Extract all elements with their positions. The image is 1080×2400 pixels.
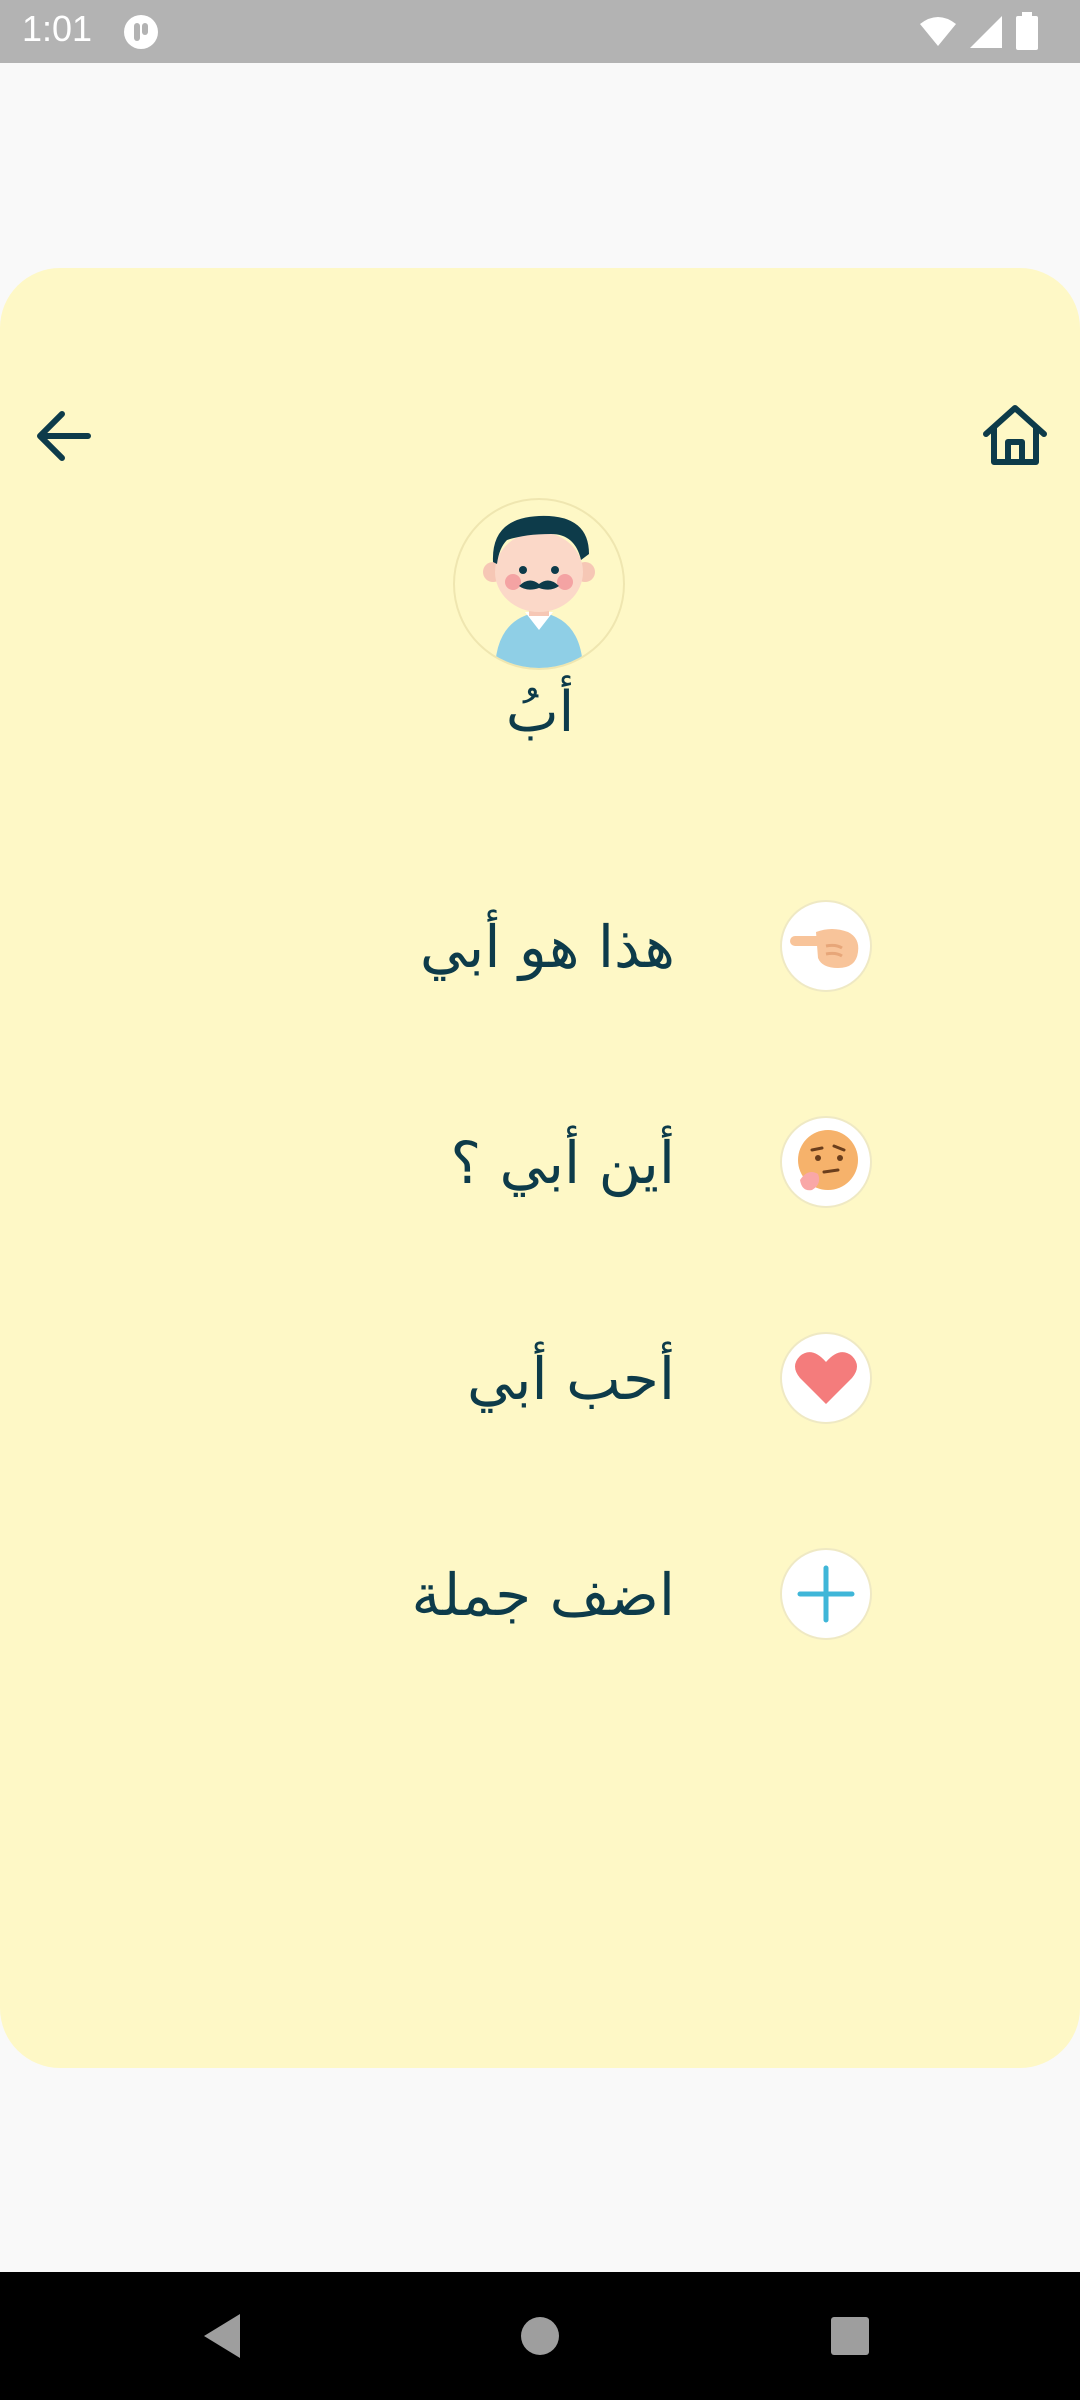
status-icons [918, 12, 1058, 52]
nav-recents-icon[interactable] [786, 2272, 914, 2400]
avatar-label: أبُ [505, 680, 575, 745]
nav-back-icon[interactable] [162, 2272, 290, 2400]
phrase-text: أحب أبي [467, 1345, 675, 1413]
nav-home-icon[interactable] [476, 2272, 604, 2400]
phrase-row-i-love-my-father[interactable]: أحب أبي [0, 1332, 1080, 1432]
phrase-text: أين أبي ؟ [450, 1129, 675, 1197]
pointing-hand-icon [780, 900, 872, 992]
signal-icon [970, 16, 1002, 48]
plus-icon [780, 1548, 872, 1640]
system-navigation-bar [0, 2272, 1080, 2400]
arrow-left-icon[interactable] [30, 402, 98, 470]
phrase-row-where-is-my-father[interactable]: أين أبي ؟ [0, 1116, 1080, 1216]
phrase-row-this-is-my-father[interactable]: هذا هو أبي [0, 900, 1080, 1000]
screen: 1:01 أبُ هذا هو أبي أين أبي ؟ أحب أبي اض… [0, 0, 1080, 2400]
wifi-icon [920, 17, 956, 46]
heart-icon [780, 1332, 872, 1424]
home-icon[interactable] [980, 400, 1050, 470]
status-bar: 1:01 [0, 0, 1080, 63]
add-phrase-row[interactable]: اضف جملة [0, 1548, 1080, 1648]
app-notification-icon [124, 15, 158, 49]
thinking-face-icon [780, 1116, 872, 1208]
father-avatar-icon [453, 498, 625, 670]
phrase-text: هذا هو أبي [419, 913, 675, 981]
battery-icon [1016, 12, 1038, 50]
status-time: 1:01 [22, 8, 93, 49]
add-phrase-label: اضف جملة [411, 1561, 675, 1629]
